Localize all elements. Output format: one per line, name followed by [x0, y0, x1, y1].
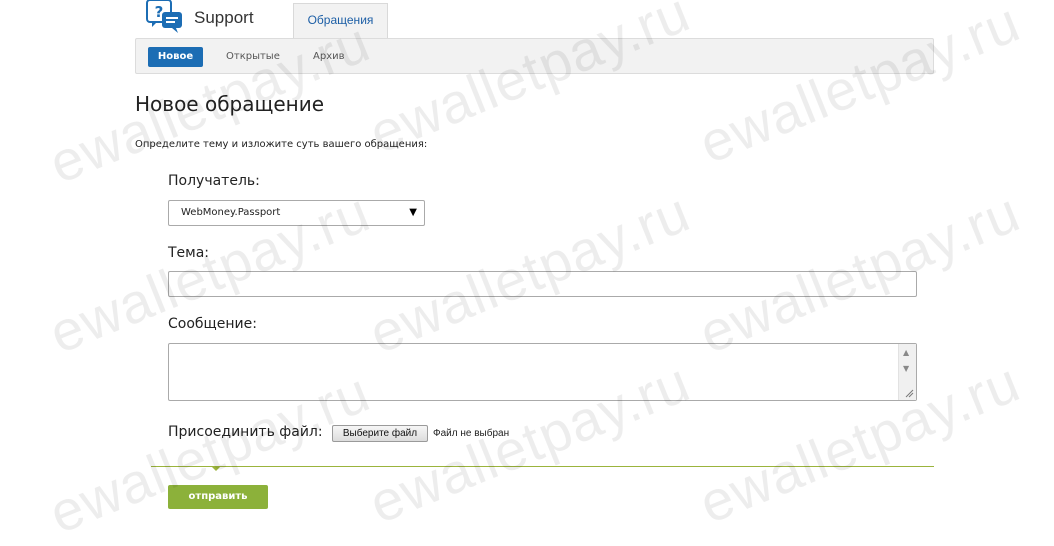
recipient-label: Получатель: — [168, 173, 260, 189]
scroll-up-icon[interactable]: ▲ — [903, 348, 909, 357]
support-chat-icon: ? — [146, 0, 182, 33]
watermark: ewalletpay.ru — [690, 0, 1029, 176]
attach-file-label: Присоединить файл: — [168, 424, 323, 440]
submit-button[interactable]: отправить — [168, 485, 268, 509]
file-status: Файл не выбран — [433, 428, 510, 439]
tab-requests[interactable]: Обращения — [293, 3, 388, 39]
choose-file-button[interactable]: Выберите файл — [332, 425, 428, 442]
divider-notch — [211, 466, 221, 471]
resize-grip-icon[interactable] — [904, 388, 914, 398]
brand-name: Support — [194, 8, 254, 27]
subject-label: Тема: — [168, 245, 210, 261]
recipient-selected-value: WebMoney.Passport — [181, 207, 281, 218]
message-textarea[interactable]: ▲ ▼ — [168, 343, 917, 401]
message-scrollbar[interactable]: ▲ ▼ — [898, 344, 916, 400]
page-title: Новое обращение — [135, 92, 325, 116]
intro-text: Определите тему и изложите суть вашего о… — [135, 139, 428, 150]
subject-input[interactable] — [168, 271, 917, 297]
scroll-down-icon[interactable]: ▼ — [903, 364, 909, 373]
triangle-down-icon: ▼ — [409, 207, 417, 218]
new-request-button[interactable]: Новое — [148, 47, 203, 67]
recipient-select[interactable]: WebMoney.Passport ▼ — [168, 200, 425, 226]
archive-link[interactable]: Архив — [313, 47, 345, 67]
form-divider — [151, 466, 934, 467]
message-label: Сообщение: — [168, 316, 257, 332]
open-requests-link[interactable]: Открытые — [226, 47, 280, 67]
watermark-layer: ewalletpay.ru ewalletpay.ru ewalletpay.r… — [0, 0, 1054, 545]
sub-navigation: Новое Открытые Архив — [135, 38, 934, 74]
